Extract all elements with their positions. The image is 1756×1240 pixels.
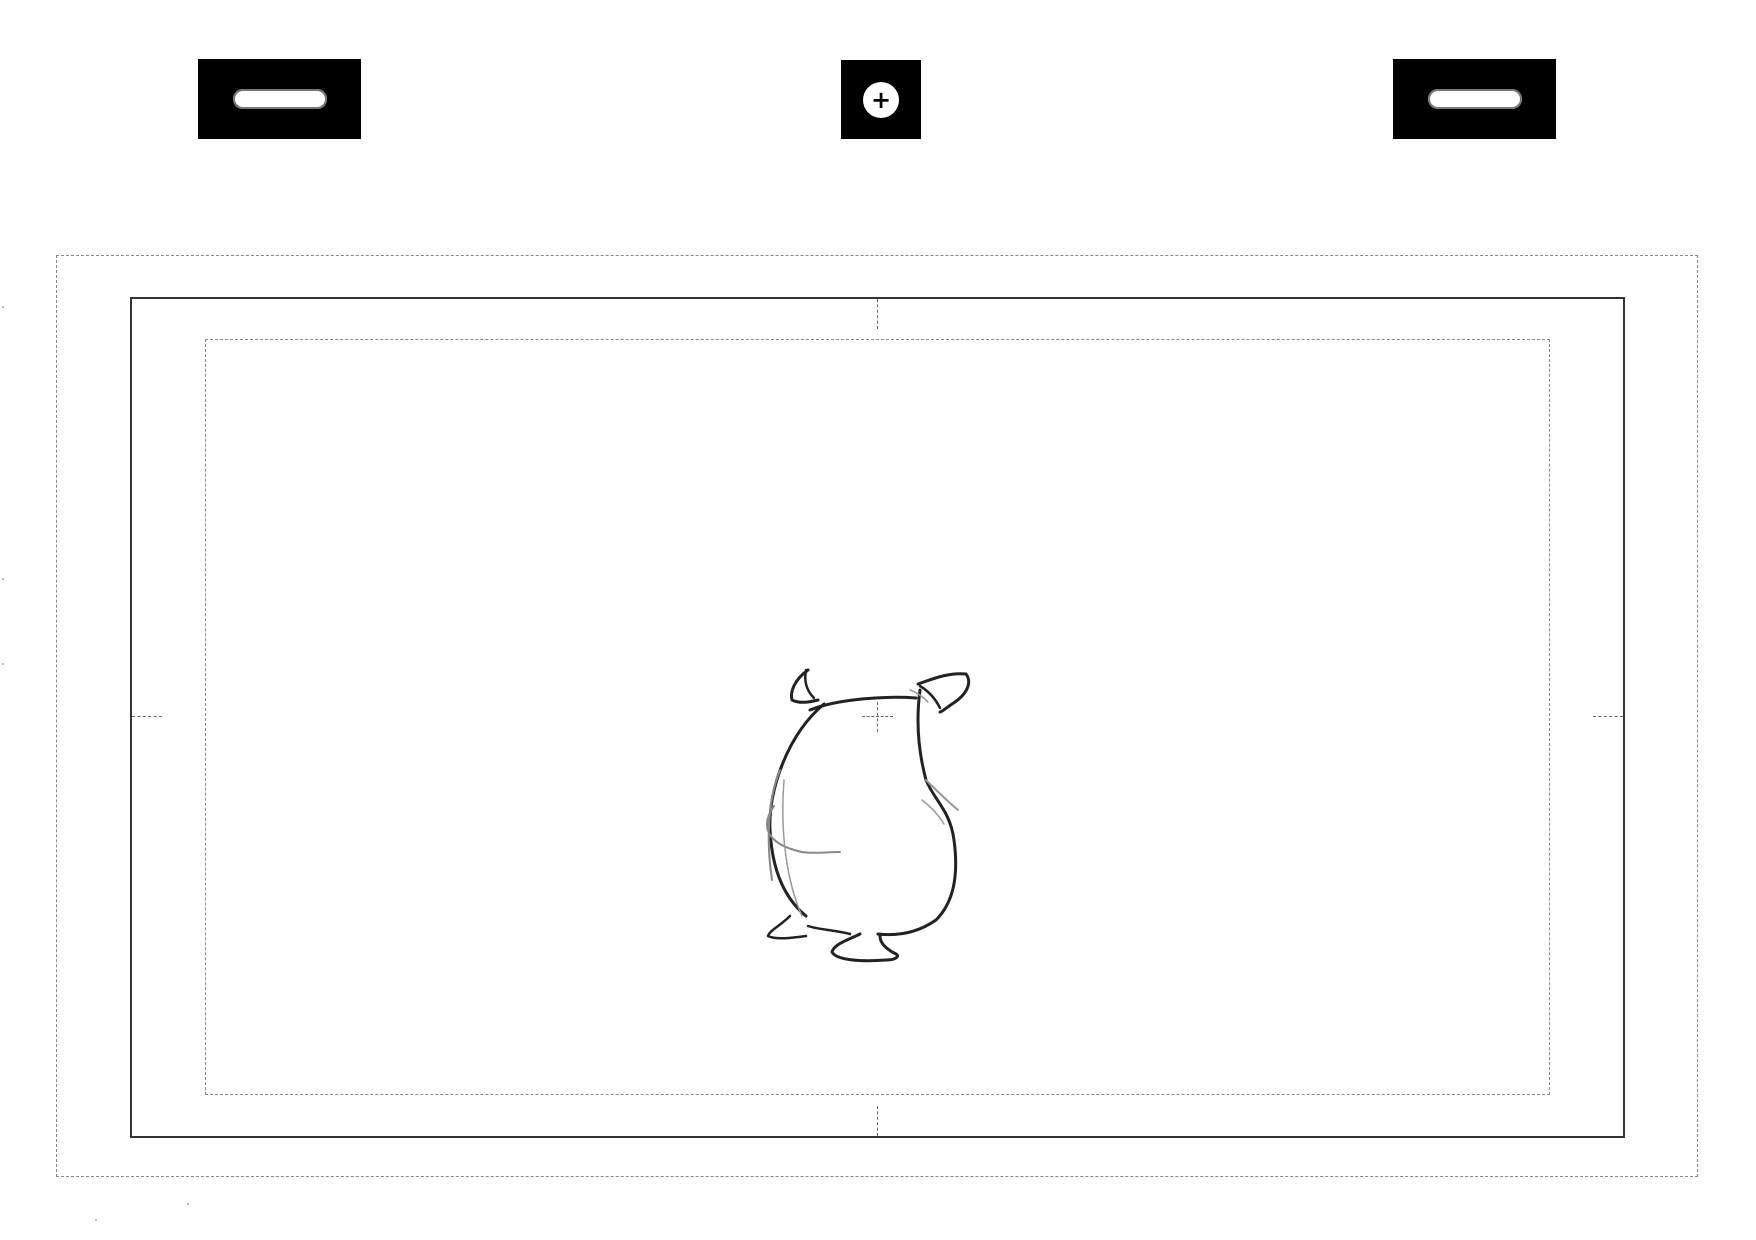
- bottom-center-tick: [877, 1106, 878, 1136]
- paper-speck: [187, 1203, 189, 1205]
- hamster-back-view-sketch: [766, 668, 971, 963]
- peg-slot-icon: [1427, 89, 1522, 109]
- peg-hole-center: +: [841, 60, 921, 139]
- top-center-tick: [877, 299, 878, 329]
- peg-slot-icon: [232, 89, 327, 109]
- peg-round-plus-icon: +: [863, 81, 899, 118]
- paper-speck: [2, 306, 4, 308]
- paper-speck: [2, 663, 4, 665]
- peg-hole-right: [1393, 59, 1556, 139]
- paper-speck: [2, 578, 4, 580]
- right-center-tick: [1593, 716, 1623, 717]
- left-center-tick: [132, 716, 162, 717]
- paper-speck: [95, 1219, 97, 1221]
- peg-hole-left: [198, 59, 361, 139]
